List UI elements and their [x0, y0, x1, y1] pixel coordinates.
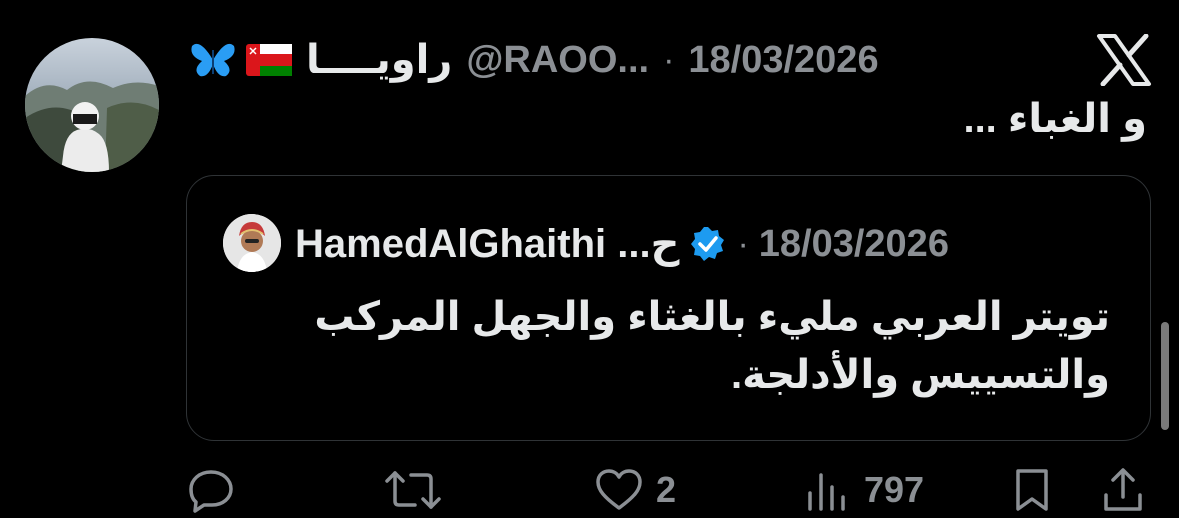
like-count: 2	[656, 469, 677, 510]
reply-icon	[189, 470, 233, 513]
tweet-header: راويــــا @RAOO... · 18/03/2026	[190, 34, 980, 86]
tweet-text: و الغباء ...	[963, 97, 1147, 141]
quoted-display-name[interactable]: HamedAlGhaithi ...ح	[295, 221, 679, 267]
verified-badge-icon	[691, 227, 725, 261]
bookmark-icon	[1016, 469, 1048, 511]
like-button[interactable]: 2	[594, 462, 676, 518]
tweet-date[interactable]: 18/03/2026	[688, 39, 878, 82]
x-logo-icon	[1097, 34, 1151, 86]
share-button[interactable]	[1098, 462, 1148, 518]
separator-dot: ·	[663, 40, 675, 79]
quoted-date[interactable]: 18/03/2026	[759, 223, 949, 266]
share-icon	[1104, 468, 1142, 511]
author-handle[interactable]: @RAOO...	[466, 39, 649, 82]
retweet-button[interactable]	[385, 462, 441, 518]
reply-button[interactable]	[186, 462, 236, 518]
bookmark-button[interactable]	[1010, 462, 1054, 518]
author-avatar[interactable]	[25, 38, 159, 172]
view-count: 797	[864, 469, 925, 510]
author-display-name[interactable]: راويــــا	[306, 37, 452, 83]
butterfly-icon	[191, 43, 235, 77]
action-bar: 2 797	[0, 462, 1179, 518]
quoted-text: تويتر العربي مليء بالغثاء والجهل المركب …	[314, 295, 1110, 397]
name-emojis	[190, 40, 292, 80]
oman-flag-icon	[246, 44, 292, 76]
retweet-icon	[385, 471, 441, 509]
views-button[interactable]: 797	[802, 462, 924, 518]
quoted-header: HamedAlGhaithi ...ح · 18/03/2026	[295, 218, 949, 270]
quoted-tweet[interactable]: HamedAlGhaithi ...ح · 18/03/2026 تويتر ا…	[186, 175, 1151, 441]
quoted-author-avatar[interactable]	[223, 214, 281, 272]
scrollbar[interactable]	[1161, 322, 1169, 430]
views-icon	[808, 473, 845, 511]
heart-icon	[596, 469, 642, 510]
quoted-separator-dot: ·	[737, 224, 749, 263]
